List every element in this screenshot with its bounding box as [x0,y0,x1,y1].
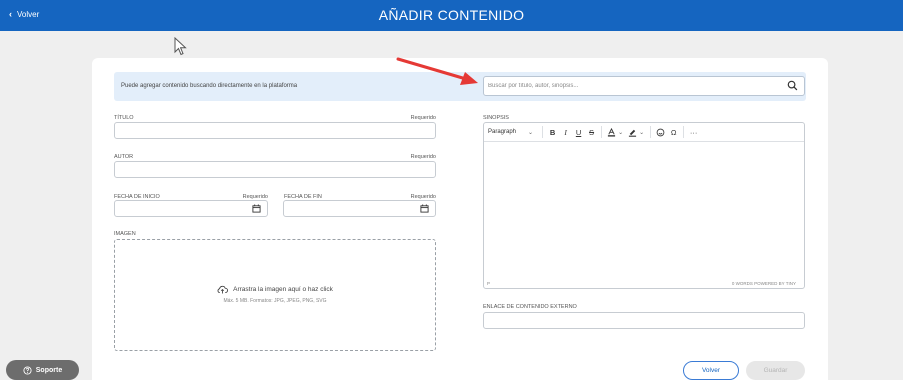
fecha-inicio-field[interactable] [114,200,268,217]
sinopsis-label: SINOPSIS [483,115,509,121]
search-input[interactable] [488,79,768,93]
cloud-upload-icon [217,285,229,294]
autor-label: AUTOR [114,154,134,160]
dropzone-hint: Máx. 5 MB. Formatos: JPG, JPEG, PNG, SVG [223,298,327,304]
toolbar-divider [542,126,544,138]
special-character-button[interactable]: Ω [667,126,680,139]
enlace-field[interactable] [483,312,805,329]
calendar-icon[interactable] [420,204,429,213]
italic-button[interactable]: I [559,126,572,139]
page-title: AÑADIR CONTENIDO [378,7,525,23]
top-bar: ‹ Volver AÑADIR CONTENIDO [0,0,903,31]
sinopsis-editor[interactable]: Paragraph ⌄ B I U S ⌄ ⌄ Ω ··· P 0 WORDS … [483,122,805,289]
highlight-icon [628,129,637,137]
soporte-button[interactable]: Soporte [6,360,79,380]
underline-button[interactable]: U [572,126,585,139]
titulo-label: TÍTULO [114,115,134,121]
titulo-required: Requerido [410,115,436,121]
emoji-button[interactable] [654,126,667,139]
strikethrough-button[interactable]: S [585,126,598,139]
editor-toolbar: Paragraph ⌄ B I U S ⌄ ⌄ Ω ··· [484,123,804,142]
toolbar-divider [601,126,603,138]
autor-field[interactable] [114,161,436,178]
search-icon[interactable] [787,80,798,91]
titulo-field[interactable] [114,122,436,139]
volver-button[interactable]: Volver [683,361,739,380]
highlight-color-button[interactable] [626,126,639,139]
format-select-value: Paragraph [488,129,517,135]
enlace-label: ENLACE DE CONTENIDO EXTERNO [483,304,577,310]
toolbar-divider [650,126,652,138]
element-path: P [487,281,491,286]
chevron-down-icon[interactable]: ⌄ [618,129,623,136]
format-select[interactable]: Paragraph ⌄ [488,129,539,136]
mouse-cursor-icon [174,37,187,56]
guardar-button[interactable]: Guardar [746,361,805,380]
editor-statusbar: P 0 WORDS POWERED BY TINY [484,279,804,288]
toolbar-divider [683,126,685,138]
search-box[interactable] [483,76,805,96]
chevron-down-icon[interactable]: ⌄ [639,129,644,136]
bold-button[interactable]: B [546,126,559,139]
fecha-fin-field[interactable] [283,200,436,217]
soporte-label: Soporte [35,366,63,374]
banner-text: Puede agregar contenido buscando directa… [121,83,298,89]
help-icon [23,365,32,375]
imagen-label: IMAGEN [114,231,136,237]
text-color-button[interactable] [605,126,618,139]
text-color-icon [607,127,616,137]
emoji-icon [656,128,665,136]
dropzone-prompt: Arrastra la imagen aquí o haz click [115,285,435,294]
word-count: 0 WORDS POWERED BY TINY [731,281,796,286]
autor-required: Requerido [410,154,436,160]
chevron-down-icon: ⌄ [528,129,534,136]
more-options-button[interactable]: ··· [687,126,700,139]
calendar-icon[interactable] [252,204,261,213]
dropzone-text: Arrastra la imagen aquí o haz click [233,286,333,293]
image-dropzone[interactable]: Arrastra la imagen aquí o haz click Máx.… [114,239,436,351]
